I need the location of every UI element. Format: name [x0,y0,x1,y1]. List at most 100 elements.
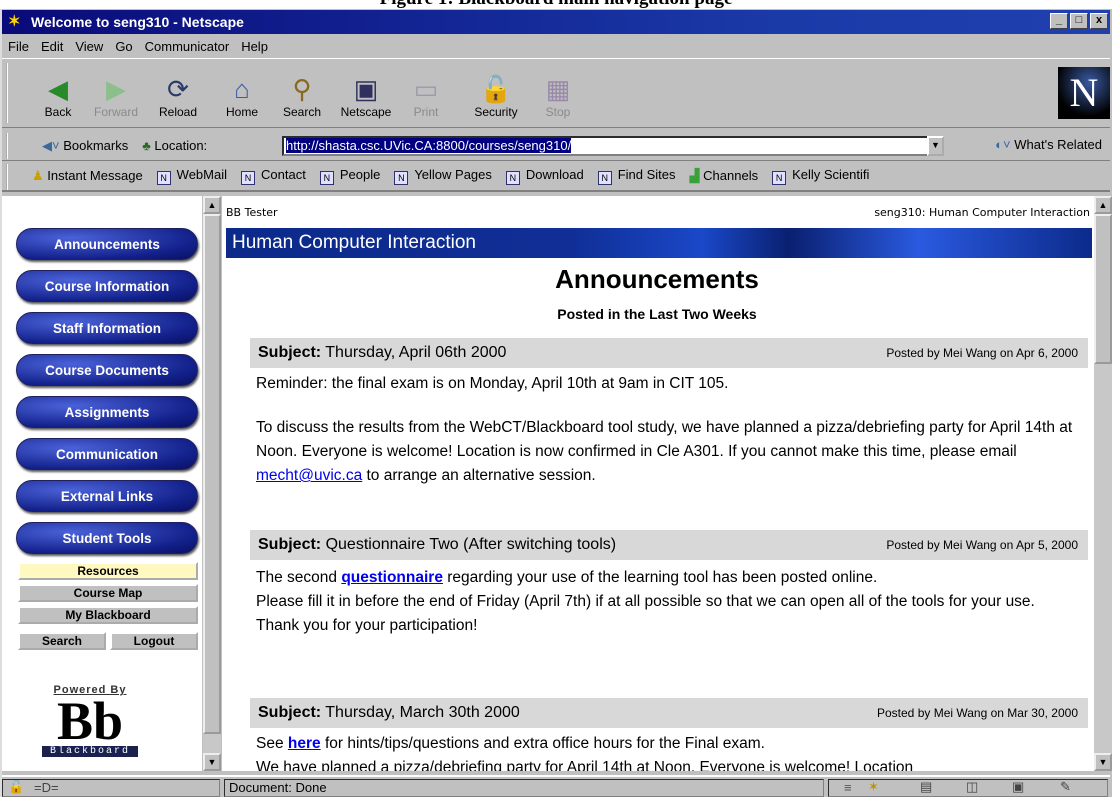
title-bar: ✶ Welcome to seng310 - Netscape _ □ x [2,10,1110,34]
search-button-bb[interactable]: Search [18,632,106,650]
person-icon: ♟ [32,168,44,183]
questionnaire-link[interactable]: questionnaire [341,569,443,586]
nav-scrollbar[interactable]: ▲ ▼ [203,196,221,771]
location-bar: ◀˅ Bookmarks ♣ Location: http://shasta.c… [2,131,1110,161]
nav-external-links[interactable]: External Links [16,480,198,512]
content-scroll-thumb[interactable] [1094,214,1112,364]
forward-button[interactable]: ▶ Forward [86,73,146,119]
netscape-logo[interactable]: N [1058,67,1110,119]
content-frame: BB Tester seng310: Human Computer Intera… [222,196,1094,771]
resources-button[interactable]: Resources [18,562,198,580]
scroll-down-arrow-icon[interactable]: ▼ [1094,753,1112,771]
menu-communicator[interactable]: Communicator [145,39,230,54]
bookmark-page-icon: N [394,171,409,185]
reload-button[interactable]: ⟳ Reload [148,73,208,119]
webmail-link[interactable]: N WebMail [156,167,227,185]
discussions-icon[interactable]: ◫ [966,779,978,795]
nav-course-documents[interactable]: Course Documents [16,354,198,386]
announcement-header: Subject: Thursday, March 30th 2000 Posted… [250,698,1088,728]
page-title: Announcements [555,264,759,294]
progress-icon: ≡ [844,779,852,795]
home-icon: ⌂ [234,74,250,104]
folder-icon: ▟ [689,168,700,183]
security-button[interactable]: 🔓 Security [466,73,526,119]
nav-scroll-thumb[interactable] [203,214,221,734]
bookmark-page-icon: N [597,171,612,185]
back-button[interactable]: ◀ Back [28,73,88,119]
content-scrollbar[interactable]: ▲ ▼ [1094,196,1112,771]
nav-student-tools[interactable]: Student Tools [16,522,198,554]
composer-icon[interactable]: ▣ [1012,779,1024,795]
print-button[interactable]: ▭ Print [396,73,456,119]
search-icon: ⚲ [292,74,312,104]
home-button[interactable]: ⌂ Home [212,73,272,119]
location-grip[interactable] [6,133,12,159]
search-button[interactable]: ⚲ Search [272,73,332,119]
toolbar-grip[interactable] [6,63,12,123]
yellow-pages-link[interactable]: N Yellow Pages [394,167,492,185]
bookmark-page-icon: N [505,171,520,185]
course-map-button[interactable]: Course Map [18,584,198,602]
instant-message-link[interactable]: ♟ Instant Message [32,168,143,184]
here-link[interactable]: here [288,735,321,752]
stop-button[interactable]: ▦ Stop [528,73,588,119]
powered-by-logo[interactable]: Powered By Bb Blackboard [42,684,138,757]
course-banner: Human Computer Interaction [226,228,1092,258]
edit-icon[interactable]: ✎ [1060,779,1071,795]
kelly-scientific-link[interactable]: N Kelly Scientifi [772,167,869,185]
scroll-down-arrow-icon[interactable]: ▼ [203,753,221,771]
page-subtitle: Posted in the Last Two Weeks [557,306,757,322]
menu-file[interactable]: File [8,39,29,54]
navigator-icon[interactable]: ✶ [868,779,879,795]
bookmark-icon: ◀˅ [42,137,60,153]
nav-course-information[interactable]: Course Information [16,270,198,302]
url-input[interactable]: http://shasta.csc.UVic.CA:8800/courses/s… [282,136,942,156]
netscape-button[interactable]: ▣ Netscape [336,73,396,119]
bookmarks-button[interactable]: ◀˅ Bookmarks [42,138,128,154]
bookmark-page-icon: N [156,171,171,185]
announcement-body: See here for hints/tips/questions and ex… [256,735,914,771]
announcement-body: Reminder: the final exam is on Monday, A… [256,375,1073,484]
minimize-button[interactable]: _ [1050,13,1068,29]
nav-communication[interactable]: Communication [16,438,198,470]
url-dropdown-button[interactable]: ▼ [927,136,944,156]
figure-caption: Figure 1: Blackboard main navigation pag… [0,0,1112,9]
personal-grip[interactable] [6,164,12,190]
announcement-header: Subject: Questionnaire Two (After switch… [250,530,1088,560]
announcement-header: Subject: Thursday, April 06th 2000 Posted… [250,338,1088,368]
maximize-button[interactable]: □ [1070,13,1088,29]
find-sites-link[interactable]: N Find Sites [597,167,676,185]
window-title: Welcome to seng310 - Netscape [31,14,244,30]
user-name: BB Tester [226,206,278,219]
menu-help[interactable]: Help [241,39,268,54]
logout-button[interactable]: Logout [110,632,198,650]
nav-staff-information[interactable]: Staff Information [16,312,198,344]
stop-icon: ▦ [545,74,571,104]
menu-view[interactable]: View [75,39,103,54]
scroll-up-arrow-icon[interactable]: ▲ [1094,196,1112,214]
print-icon: ▭ [413,74,439,104]
mail-icon[interactable]: ▤ [920,779,932,795]
course-title: seng310: Human Computer Interaction [874,206,1090,219]
announcement-body: The second questionnaire regarding your … [256,569,1035,634]
my-blackboard-button[interactable]: My Blackboard [18,606,198,624]
reload-icon: ⟳ [167,74,189,104]
nav-assignments[interactable]: Assignments [16,396,198,428]
netscape-icon: ▣ [353,74,379,104]
navigation-toolbar: ◀ Back ▶ Forward ⟳ Reload ⌂ Home ⚲ Search ▣ Ne… [2,58,1110,128]
channels-link[interactable]: ▟ Channels [690,168,759,184]
menu-edit[interactable]: Edit [41,39,63,54]
close-button[interactable]: x [1090,13,1108,29]
location-icon: ♣ [142,138,151,153]
location-label: ♣ Location: [142,138,208,153]
nav-announcements[interactable]: Announcements [16,228,198,260]
scroll-up-arrow-icon[interactable]: ▲ [203,196,221,214]
email-link[interactable]: mecht@uvic.ca [256,467,362,484]
back-icon: ◀ [48,74,68,104]
people-link[interactable]: N People [319,167,380,185]
menu-go[interactable]: Go [115,39,132,54]
whats-related-button[interactable]: ◐˅ What's Related [995,137,1102,152]
related-icon: ◐˅ [995,137,1011,152]
contact-link[interactable]: N Contact [241,167,306,185]
download-link[interactable]: N Download [505,167,584,185]
